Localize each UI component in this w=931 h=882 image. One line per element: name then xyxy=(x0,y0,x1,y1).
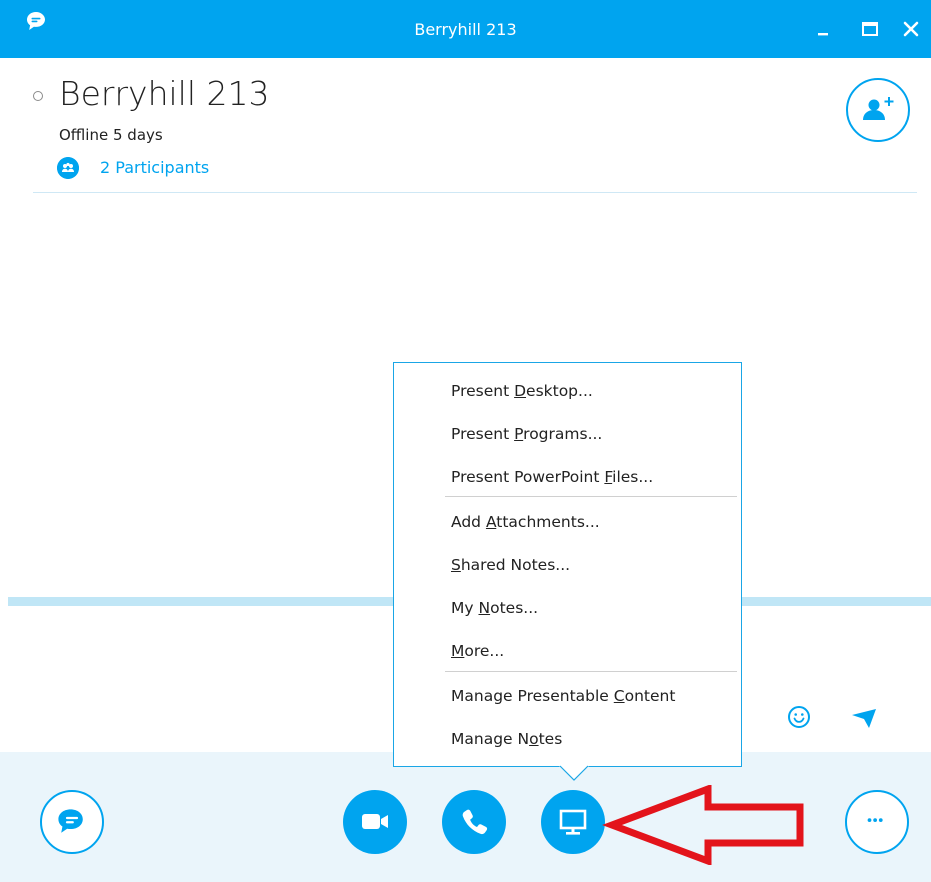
video-call-button[interactable] xyxy=(343,790,407,854)
add-people-icon xyxy=(863,97,894,120)
emoticon-icon[interactable] xyxy=(787,705,811,729)
share-screen-icon xyxy=(559,809,587,835)
menu-separator xyxy=(445,496,737,497)
menu-item-present-powerpoint[interactable]: Present PowerPoint Files... xyxy=(451,468,653,486)
menu-item-shared-notes[interactable]: Shared Notes... xyxy=(451,556,570,574)
close-icon[interactable] xyxy=(896,14,926,44)
menu-separator xyxy=(445,671,737,672)
send-icon[interactable] xyxy=(851,707,877,729)
more-options-icon xyxy=(867,818,883,822)
menu-item-present-desktop[interactable]: Present Desktop... xyxy=(451,382,593,400)
annotation-arrow xyxy=(602,785,804,865)
share-content-menu: Present Desktop... Present Programs... P… xyxy=(393,362,742,767)
chat-icon xyxy=(58,809,83,833)
share-screen-button[interactable] xyxy=(541,790,605,854)
title-bar[interactable]: Berryhill 213 xyxy=(0,0,931,58)
contact-name: Berryhill 213 xyxy=(59,74,270,113)
menu-item-add-attachments[interactable]: Add Attachments... xyxy=(451,513,600,531)
contact-status: Offline 5 days xyxy=(59,126,163,144)
presence-status-icon xyxy=(33,91,43,101)
window-title: Berryhill 213 xyxy=(414,20,517,39)
phone-icon xyxy=(462,809,488,835)
audio-call-button[interactable] xyxy=(442,790,506,854)
add-people-button[interactable] xyxy=(846,78,910,142)
participants-label[interactable]: 2 Participants xyxy=(100,158,209,177)
menu-item-present-programs[interactable]: Present Programs... xyxy=(451,425,602,443)
menu-pointer xyxy=(559,765,589,781)
participants-icon xyxy=(57,157,79,179)
menu-item-manage-notes[interactable]: Manage Notes xyxy=(451,730,562,748)
minimize-icon[interactable] xyxy=(808,14,838,44)
chat-button[interactable] xyxy=(40,790,104,854)
conversation-window: Berryhill 213 Berryhill 213 Offline 5 da… xyxy=(0,0,931,882)
video-camera-icon xyxy=(362,814,388,829)
more-options-button[interactable] xyxy=(845,790,909,854)
header-divider xyxy=(33,192,917,193)
menu-item-manage-presentable-content[interactable]: Manage Presentable Content xyxy=(451,687,675,705)
maximize-icon[interactable] xyxy=(855,14,885,44)
menu-item-my-notes[interactable]: My Notes... xyxy=(451,599,538,617)
menu-item-more[interactable]: More... xyxy=(451,642,504,660)
